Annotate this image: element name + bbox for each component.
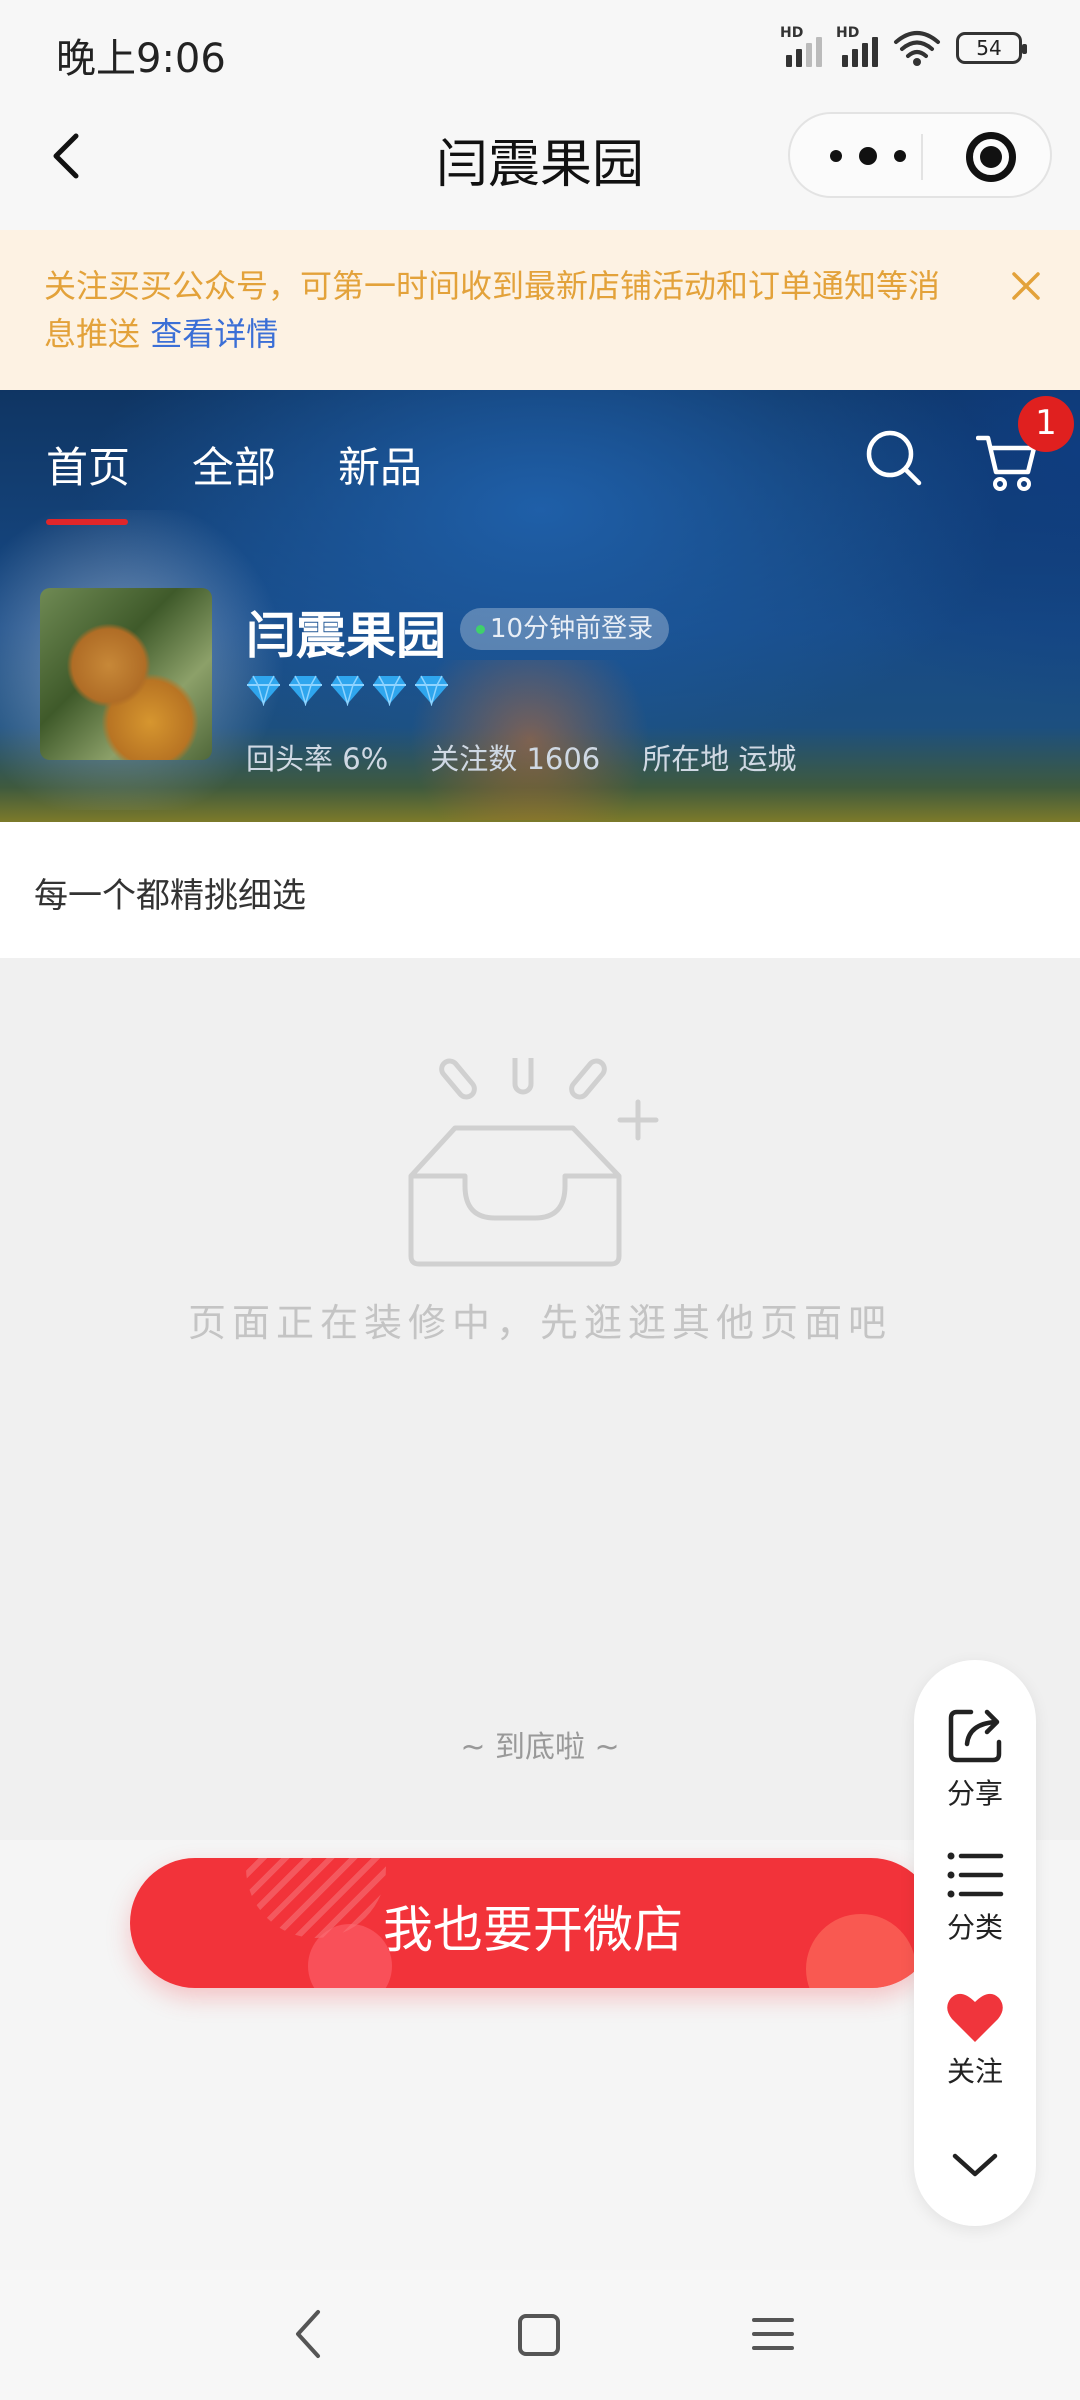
diamond-icon [415, 675, 448, 706]
tab-new[interactable]: 新品 [338, 434, 422, 525]
notice-details-link[interactable]: 查看详情 [150, 315, 278, 353]
diamond-rating [246, 674, 449, 706]
system-menu-icon[interactable] [750, 2304, 796, 2364]
target-icon[interactable] [966, 132, 1016, 182]
battery-icon: 54 [956, 32, 1027, 64]
close-icon[interactable] [1006, 266, 1046, 306]
signal-2-icon: HD [836, 25, 878, 67]
follow-button[interactable]: 关注 [914, 1990, 1036, 2090]
signal-1-label: HD [780, 25, 804, 41]
shop-tabs: 首页 全部 新品 [46, 434, 422, 525]
category-button[interactable]: 分类 [914, 1850, 1036, 1946]
status-icons: HD HD 54 [780, 25, 1027, 68]
system-home-icon[interactable] [514, 2304, 564, 2364]
diamond-icon [373, 675, 406, 706]
follow-notice: 关注买买公众号，可第一时间收到最新店铺活动和订单通知等消息推送 查看详情 [0, 230, 1080, 390]
floating-action-panel: 分享 分类 关注 [914, 1660, 1036, 2226]
heart-icon [947, 1993, 1003, 2042]
shop-avatar [40, 588, 212, 760]
notice-text: 关注买买公众号，可第一时间收到最新店铺活动和订单通知等消息推送 查看详情 [44, 262, 964, 358]
list-icon [947, 1852, 1004, 1898]
login-status-badge: 10分钟前登录 [460, 608, 670, 650]
status-time: 晚上9:06 [56, 36, 226, 82]
system-back-icon[interactable] [288, 2304, 328, 2364]
open-shop-button[interactable]: 我也要开微店 [130, 1858, 936, 1988]
shop-header: 首页 全部 新品 1 闫震果园 10分钟前登录 回头率 6% 关注数 1606 … [0, 390, 1080, 822]
follower-count: 关注数 1606 [430, 742, 601, 776]
signal-2-label: HD [836, 25, 860, 41]
capsule-divider [921, 134, 923, 180]
system-nav-bar [0, 2270, 1080, 2400]
slogan-text: 每一个都精挑细选 [34, 876, 306, 916]
share-button[interactable]: 分享 [914, 1706, 1036, 1812]
shop-name: 闫震果园 [246, 607, 446, 665]
category-label: 分类 [946, 1911, 1003, 1944]
shop-location: 所在地 运城 [642, 742, 797, 776]
wifi-icon [894, 31, 940, 66]
collapse-button[interactable] [914, 2150, 1036, 2180]
diamond-icon [331, 675, 364, 706]
shop-stats: 回头率 6% 关注数 1606 所在地 运城 [246, 736, 796, 778]
nav-bar: 闫震果园 [0, 100, 1080, 230]
more-dots-icon[interactable] [830, 140, 906, 172]
shop-slogan: 每一个都精挑细选 [0, 822, 1080, 958]
cart-badge: 1 [1018, 396, 1074, 452]
return-rate: 回头率 6% [246, 742, 389, 776]
search-icon[interactable] [864, 428, 924, 488]
open-shop-label: 我也要开微店 [383, 1901, 683, 1959]
battery-level: 54 [976, 36, 1002, 60]
diamond-icon [289, 675, 322, 706]
tab-home[interactable]: 首页 [46, 434, 130, 525]
share-label: 分享 [946, 1777, 1003, 1810]
mini-program-capsule [788, 112, 1052, 198]
empty-box-icon [408, 1058, 659, 1267]
signal-1-icon: HD [780, 25, 822, 67]
share-icon [948, 1709, 1002, 1763]
chevron-down-icon [952, 2153, 998, 2177]
tab-all[interactable]: 全部 [192, 434, 276, 525]
diamond-icon [247, 675, 280, 706]
follow-label: 关注 [946, 2055, 1003, 2088]
empty-state-message: 页面正在装修中，先逛逛其他页面吧 [187, 1301, 892, 1345]
status-bar: 晚上9:06 HD HD 54 [0, 0, 1080, 100]
